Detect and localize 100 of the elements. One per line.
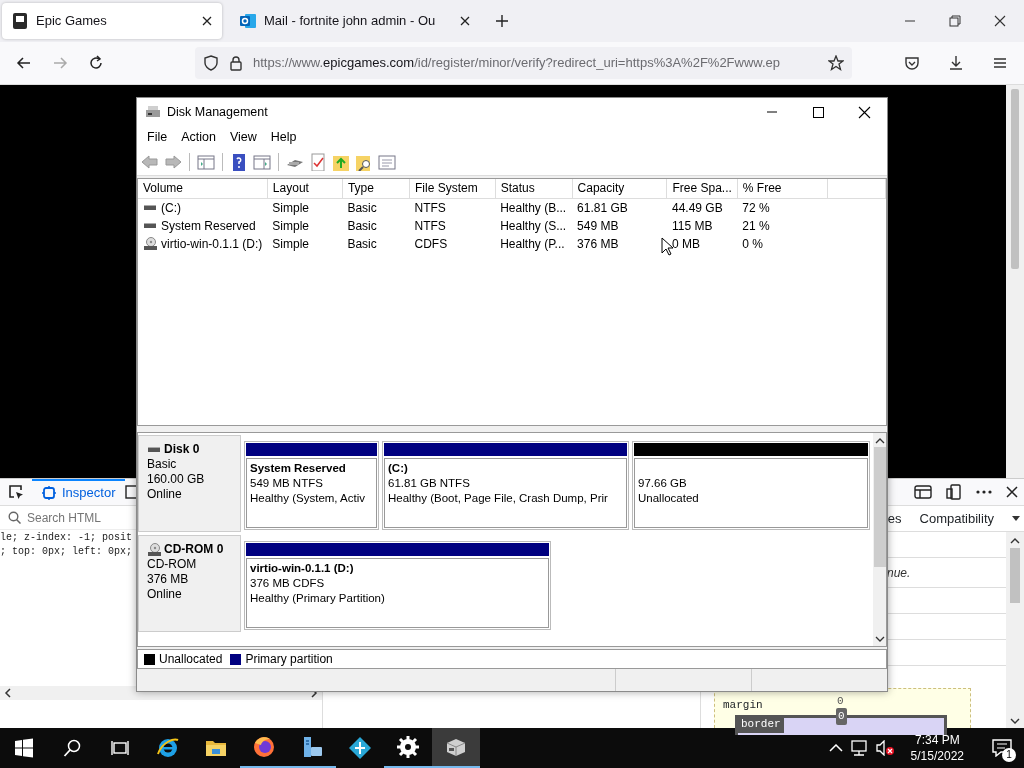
table-cell-text: System Reserved xyxy=(161,217,256,235)
close-icon[interactable] xyxy=(1006,486,1018,498)
scroll-thumb-icon[interactable] xyxy=(873,447,886,567)
menu-item[interactable]: View xyxy=(222,127,264,147)
taskbar-button[interactable] xyxy=(432,728,480,768)
volume-muted-icon[interactable] xyxy=(874,740,895,756)
menu-item[interactable]: Action xyxy=(174,127,223,147)
windows-logo-icon[interactable] xyxy=(14,738,34,758)
reload-icon[interactable] xyxy=(87,54,105,72)
layout-icon[interactable] xyxy=(914,485,932,499)
table-cell-text: Simple xyxy=(271,217,311,235)
menu-item[interactable]: File xyxy=(140,127,175,147)
panel-tab[interactable]: Compatibility xyxy=(919,508,994,529)
menu-icon[interactable] xyxy=(992,55,1008,71)
scroll-down-icon[interactable] xyxy=(1010,718,1020,724)
search-field[interactable]: Search HTML xyxy=(25,507,115,528)
table-cell: Simple xyxy=(267,198,343,217)
legend-label: Primary partition xyxy=(245,651,333,668)
partition-status: Healthy (Primary Partition) xyxy=(250,591,386,606)
column-header[interactable]: File System xyxy=(409,179,496,198)
search-icon[interactable] xyxy=(63,739,81,757)
close-icon[interactable] xyxy=(857,105,871,119)
cd-drive-icon xyxy=(143,236,158,251)
checklist-icon[interactable] xyxy=(308,152,328,171)
column-header[interactable]: Capacity xyxy=(572,179,667,198)
cd-drive-icon xyxy=(147,542,162,557)
column-header[interactable]: Layout xyxy=(267,179,343,198)
table-cell: 61.81 GB xyxy=(572,198,667,217)
chevron-up-icon[interactable] xyxy=(828,744,843,752)
more-icon[interactable] xyxy=(976,490,992,494)
table-cell: 44.49 GB xyxy=(666,198,738,217)
partition-name: System Reserved xyxy=(250,461,347,476)
table-cell: 72 % xyxy=(737,198,828,217)
table-cell-text: 0 % xyxy=(741,235,765,253)
browser-tab[interactable]: Epic Games xyxy=(2,3,222,39)
partition-size: 376 MB CDFS xyxy=(250,576,326,591)
scroll-down-icon[interactable] xyxy=(874,636,885,642)
table-cell-text: Healthy (S... xyxy=(499,217,568,235)
star-icon[interactable] xyxy=(828,55,844,71)
column-header[interactable]: Volume xyxy=(138,179,268,198)
element-picker-icon[interactable] xyxy=(8,484,24,500)
table-cell-text: CDFS xyxy=(413,235,449,253)
close-icon[interactable] xyxy=(202,16,212,26)
close-icon[interactable] xyxy=(460,16,470,26)
border-value: 0 xyxy=(836,708,847,725)
panel-tab[interactable]: es xyxy=(887,508,902,529)
inspector-tab[interactable]: Inspector xyxy=(32,478,126,506)
disk-name: CD-ROM 0 xyxy=(164,542,224,557)
disk-info: Online xyxy=(147,587,183,602)
task-view-icon[interactable] xyxy=(111,739,129,757)
column-header[interactable]: Free Spa... xyxy=(666,179,738,198)
mail-app-icon xyxy=(240,13,256,29)
clock-date[interactable]: 5/15/2022 xyxy=(910,748,964,764)
table-cell-text: Simple xyxy=(271,235,311,253)
scroll-left-icon[interactable] xyxy=(4,688,12,698)
partition-size: 61.81 GB NTFS xyxy=(388,476,471,491)
notification-count: 1 xyxy=(1002,748,1016,762)
scroll-thumb-icon[interactable] xyxy=(1010,548,1020,603)
table-cell-text: NTFS xyxy=(413,217,447,235)
column-header[interactable]: Type xyxy=(342,179,410,198)
browser-tab[interactable]: Mail - fortnite john admin - Ou xyxy=(230,3,480,39)
dropdown-arrow-icon[interactable] xyxy=(1012,516,1020,521)
console-tree-icon[interactable] xyxy=(196,152,216,171)
disk-drive-icon xyxy=(145,104,161,120)
table-cell-text: 376 MB xyxy=(576,235,620,253)
notification-icon xyxy=(992,739,1012,757)
table-cell-text: 115 MB xyxy=(670,217,714,235)
disk-info: 160.00 GB xyxy=(147,472,206,487)
border-label: border xyxy=(738,716,784,733)
pocket-icon[interactable] xyxy=(904,55,920,71)
scroll-thumb-icon[interactable] xyxy=(1011,89,1019,269)
scroll-up-icon[interactable] xyxy=(874,438,885,444)
note-text: nue. xyxy=(887,564,911,582)
column-header[interactable]: Status xyxy=(495,179,573,198)
window-title: Disk Management xyxy=(167,103,268,121)
disk-name: Disk 0 xyxy=(164,442,200,457)
code-line: le; z-index: -1; posit xyxy=(0,531,133,545)
maximize-icon[interactable] xyxy=(811,105,825,119)
lock-icon[interactable] xyxy=(229,55,243,71)
network-icon[interactable] xyxy=(848,740,869,756)
action-pane-icon[interactable] xyxy=(252,152,272,171)
disk-info: CD-ROM xyxy=(147,557,198,572)
close-icon[interactable] xyxy=(992,14,1007,28)
table-cell-text: Healthy (P... xyxy=(499,235,566,253)
partition-name: (C:) xyxy=(388,461,409,476)
table-cell-text: 0 MB xyxy=(670,235,701,253)
download-icon[interactable] xyxy=(948,55,964,71)
inspector-icon xyxy=(42,486,56,500)
mouse-pointer-icon xyxy=(661,237,673,256)
menu-item[interactable]: Help xyxy=(263,127,304,147)
partition-status: Healthy (Boot, Page File, Crash Dump, Prir xyxy=(388,491,609,506)
clock-time[interactable]: 7:34 PM xyxy=(910,732,964,748)
disk-info: Online xyxy=(147,487,183,502)
new-tab-icon[interactable] xyxy=(495,14,509,28)
column-header[interactable]: % Free xyxy=(737,179,828,198)
responsive-icon[interactable] xyxy=(946,484,962,500)
restore-icon[interactable] xyxy=(947,14,962,28)
margin-label: margin xyxy=(723,698,763,713)
scroll-up-icon[interactable] xyxy=(1010,538,1020,544)
shield-icon[interactable] xyxy=(203,55,219,71)
